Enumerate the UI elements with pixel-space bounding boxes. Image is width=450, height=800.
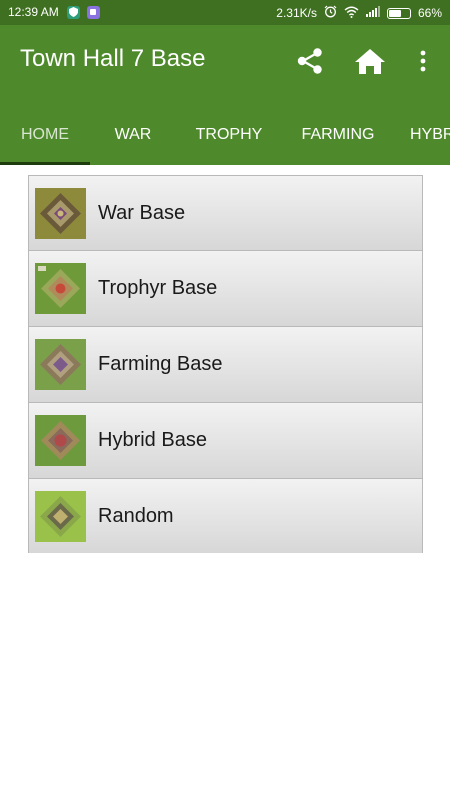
battery-icon bbox=[386, 7, 411, 19]
share-icon bbox=[297, 48, 322, 74]
battery-percent: 66% bbox=[417, 6, 442, 20]
list-item-hybrid-base[interactable]: Hybrid Base bbox=[28, 403, 423, 479]
farming-base-thumbnail bbox=[35, 339, 86, 390]
tab-war[interactable]: WAR bbox=[90, 105, 176, 165]
list-item-farming-base[interactable]: Farming Base bbox=[28, 327, 423, 403]
tab-indicator bbox=[0, 162, 90, 165]
status-bar: 12:39 AM 2.31K/s 66% bbox=[0, 0, 450, 25]
list-item-label: Random bbox=[98, 504, 174, 527]
share-button[interactable] bbox=[292, 43, 328, 79]
status-bar-right: 2.31K/s 66% bbox=[276, 5, 442, 21]
tab-farming[interactable]: FARMING bbox=[282, 105, 394, 165]
battery-level-fill bbox=[388, 9, 402, 17]
home-button[interactable] bbox=[352, 43, 388, 79]
network-speed: 2.31K/s bbox=[276, 6, 317, 20]
tab-trophy[interactable]: TROPHY bbox=[176, 105, 282, 165]
wifi-icon bbox=[344, 6, 359, 21]
status-bar-left: 12:39 AM bbox=[8, 5, 107, 19]
home-icon bbox=[355, 49, 385, 74]
random-base-thumbnail bbox=[35, 490, 86, 542]
app-notification-icon bbox=[86, 5, 100, 19]
alarm-icon bbox=[324, 5, 337, 21]
more-options-button[interactable] bbox=[405, 43, 441, 79]
status-time: 12:39 AM bbox=[8, 5, 59, 19]
list-item-random[interactable]: Random bbox=[28, 479, 423, 553]
list-item-label: Hybrid Base bbox=[98, 429, 207, 451]
app-title: Town Hall 7 Base bbox=[20, 45, 206, 72]
war-base-thumbnail bbox=[35, 187, 86, 239]
hybrid-base-thumbnail bbox=[35, 415, 86, 466]
shield-notification-icon bbox=[66, 5, 80, 19]
list-item-trophy-base[interactable]: Trophyr Base bbox=[28, 251, 423, 327]
tab-home[interactable]: HOME bbox=[0, 105, 90, 165]
list-item-war-base[interactable]: War Base bbox=[28, 175, 423, 251]
trophy-base-thumbnail bbox=[35, 263, 86, 314]
tab-hybrid[interactable]: HYBRID bbox=[394, 105, 450, 165]
list-item-label: War Base bbox=[98, 201, 186, 224]
list-item-label: Trophyr Base bbox=[98, 277, 218, 299]
more-vert-icon bbox=[420, 50, 426, 72]
base-category-list: War Base Trophyr Base Farming Base Hybri… bbox=[28, 175, 423, 553]
tab-bar: HOME WAR TROPHY FARMING HYBRID bbox=[0, 105, 450, 165]
app-bar: Town Hall 7 Base HOME WAR TROPHY FARMING… bbox=[0, 25, 450, 165]
list-item-label: Farming Base bbox=[98, 353, 223, 375]
signal-icon bbox=[365, 6, 380, 20]
